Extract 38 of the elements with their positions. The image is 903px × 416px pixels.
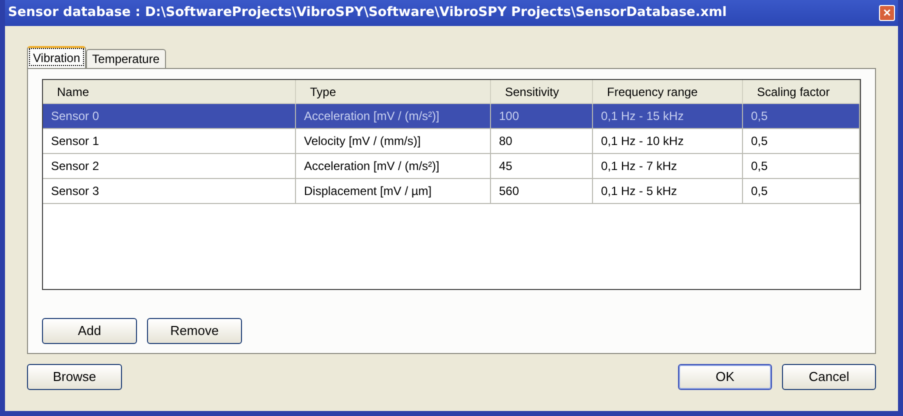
table-cell: 45 — [491, 154, 593, 178]
dialog-button[interactable]: Browse — [27, 364, 122, 390]
table-cell: 0,5 — [743, 154, 860, 178]
dialog-button[interactable]: Cancel — [782, 364, 876, 390]
table-row[interactable]: Sensor 0 Acceleration [mV / (m/s²)] 100 0,1 Hz - 15 kHz 0,5 — [43, 104, 860, 129]
table-cell: Sensor 0 — [43, 104, 296, 128]
window-title: Sensor database : D:\SoftwareProjects\VibroSPY\Software\VibroSPY Projects\SensorDatabase.xml — [8, 4, 727, 22]
column-header[interactable]: Name — [43, 80, 296, 103]
table-cell: 0,5 — [743, 179, 860, 203]
dialog-button[interactable]: Add — [42, 318, 137, 344]
table-cell: Sensor 1 — [43, 129, 296, 153]
table-cell: Sensor 2 — [43, 154, 296, 178]
table-cell: 0,1 Hz - 10 kHz — [593, 129, 743, 153]
table-row[interactable]: Sensor 1 Velocity [mV / (mm/s)] 80 0,1 Hz - 10 kHz 0,5 — [43, 129, 860, 154]
column-header[interactable]: Scaling factor — [743, 80, 860, 103]
column-header[interactable]: Sensitivity — [491, 80, 593, 103]
table-cell: Acceleration [mV / (m/s²)] — [296, 104, 491, 128]
close-button[interactable]: × — [879, 5, 895, 21]
table-row[interactable]: Sensor 3 Displacement [mV / µm] 560 0,1 Hz - 5 kHz 0,5 — [43, 179, 860, 204]
table-cell: Velocity [mV / (mm/s)] — [296, 129, 491, 153]
table-cell: 0,1 Hz - 5 kHz — [593, 179, 743, 203]
table-cell: 100 — [491, 104, 593, 128]
table-cell: 0,1 Hz - 7 kHz — [593, 154, 743, 178]
table-cell: Acceleration [mV / (m/s²)] — [296, 154, 491, 178]
table-cell: 0,5 — [743, 104, 860, 128]
table-cell: 0,1 Hz - 15 kHz — [593, 104, 743, 128]
table-cell: 0,5 — [743, 129, 860, 153]
tab[interactable]: Temperature — [86, 49, 166, 68]
tab[interactable]: Vibration — [27, 46, 86, 68]
column-header[interactable]: Frequency range — [593, 80, 743, 103]
table-cell: 80 — [491, 129, 593, 153]
dialog-button[interactable]: Remove — [147, 318, 242, 344]
table-cell: Displacement [mV / µm] — [296, 179, 491, 203]
table-cell: Sensor 3 — [43, 179, 296, 203]
column-header[interactable]: Type — [296, 80, 491, 103]
table-cell: 560 — [491, 179, 593, 203]
dialog-button[interactable]: OK — [678, 364, 772, 390]
table-row[interactable]: Sensor 2 Acceleration [mV / (m/s²)] 45 0,1 Hz - 7 kHz 0,5 — [43, 154, 860, 179]
